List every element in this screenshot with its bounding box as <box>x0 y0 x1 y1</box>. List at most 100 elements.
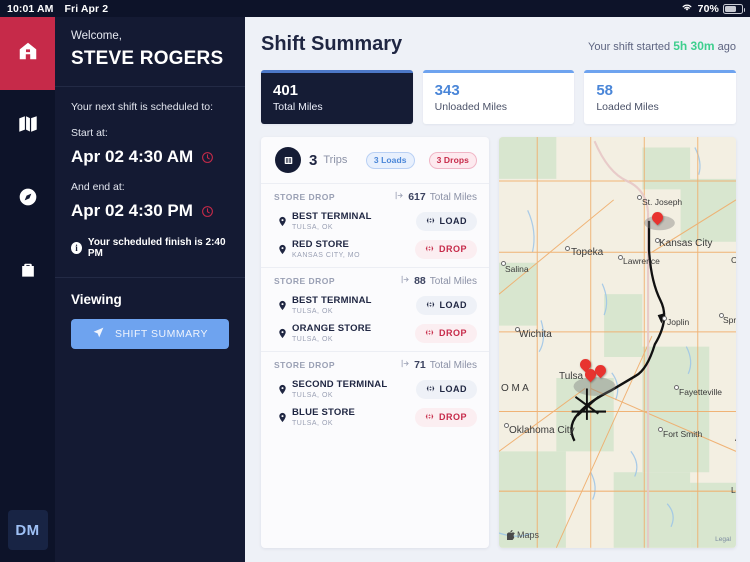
trip-miles-label: Total Miles <box>429 359 477 371</box>
route-distance-icon <box>401 275 410 287</box>
stop-text: BEST TERMINAL TULSA, OK <box>292 211 372 231</box>
apple-logo-icon <box>507 530 515 540</box>
stop-name: ORANGE STORE <box>292 323 372 335</box>
trip-row[interactable]: STORE DROP 71 Total Miles SECOND TERMINA… <box>261 351 489 435</box>
rail-item-map[interactable] <box>0 90 55 163</box>
next-shift-label: Your next shift is scheduled to: <box>71 101 214 113</box>
map-icon <box>17 113 39 140</box>
stop-row[interactable]: RED STORE KANSAS CITY, MO DROP <box>274 239 477 259</box>
stop-action-load[interactable]: LOAD <box>415 211 477 231</box>
map-legal-link[interactable]: Legal <box>715 536 731 543</box>
rail-item-briefcase[interactable] <box>0 236 55 309</box>
stop-text: ORANGE STORE TULSA, OK <box>292 323 371 343</box>
shift-summary-button[interactable]: SHIFT SUMMARY <box>71 319 229 349</box>
load-arrows-icon <box>426 384 435 395</box>
map-canvas <box>499 137 736 548</box>
stat-label: Loaded Miles <box>596 101 659 114</box>
stop-row[interactable]: BEST TERMINAL TULSA, OK LOAD <box>274 211 477 231</box>
page-title: Shift Summary <box>261 33 403 55</box>
stat-card-loaded-miles[interactable]: 58 Loaded Miles <box>584 70 737 125</box>
route-map[interactable]: St. Joseph Kansas City Topeka Lawrence Salin… <box>499 137 736 548</box>
map-city-label: Fort Smith <box>663 429 703 440</box>
stop-row[interactable]: BEST TERMINAL TULSA, OK LOAD <box>274 295 477 315</box>
start-value-row: Apr 02 4:30 AM <box>71 147 229 167</box>
map-city-label: St. Joseph <box>642 197 683 208</box>
end-value-row: Apr 02 4:30 PM <box>71 201 229 221</box>
stop-name: RED STORE <box>292 239 350 251</box>
next-shift-block: Your next shift is scheduled to: Start a… <box>55 87 245 277</box>
avatar[interactable]: DM <box>7 510 48 550</box>
left-panel: Welcome, STEVE ROGERS Your next shift is… <box>55 17 245 562</box>
stop-action-drop[interactable]: DROP <box>414 239 477 259</box>
load-arrows-icon <box>426 216 435 227</box>
stat-value: 343 <box>434 82 460 99</box>
compass-icon <box>18 187 38 212</box>
status-date: Fri Apr 2 <box>64 2 109 15</box>
drop-arrows-icon <box>425 244 434 255</box>
stat-card-unloaded-miles[interactable]: 343 Unloaded Miles <box>422 70 575 125</box>
stop-action-label: LOAD <box>439 216 467 227</box>
map-city-label: O M A <box>501 383 529 395</box>
stat-value: 401 <box>273 82 299 99</box>
main-content: Shift Summary Your shift started 5h 30m … <box>245 17 750 562</box>
load-arrows-icon <box>426 300 435 311</box>
rail-item-compass[interactable] <box>0 163 55 236</box>
location-pin-icon <box>274 412 290 423</box>
stop-text: SECOND TERMINAL TULSA, OK <box>292 379 387 399</box>
end-value: Apr 02 4:30 PM <box>71 201 193 220</box>
end-label: And end at: <box>71 181 125 193</box>
stop-row[interactable]: BLUE STORE TULSA, OK DROP <box>274 407 477 427</box>
trips-word: Trips <box>323 154 348 167</box>
scheduled-finish-text: Your scheduled finish is 2:40 PM <box>87 237 226 259</box>
trip-header: STORE DROP 71 Total Miles <box>274 359 477 371</box>
shift-started-value: 5h 30m <box>673 39 715 53</box>
stat-label: Total Miles <box>273 101 323 114</box>
trip-row[interactable]: STORE DROP 88 Total Miles BEST TERMINAL … <box>261 267 489 351</box>
stop-row[interactable]: SECOND TERMINAL TULSA, OK LOAD <box>274 379 477 399</box>
trip-type: STORE DROP <box>274 276 336 287</box>
start-label: Start at: <box>71 127 108 139</box>
trip-miles-value: 71 <box>414 359 426 372</box>
briefcase-icon <box>18 260 38 285</box>
rail-item-home[interactable] <box>0 17 55 90</box>
trip-miles-label: Total Miles <box>429 275 477 287</box>
apple-maps-label: Maps <box>517 530 540 540</box>
viewing-block: Viewing SHIFT SUMMARY <box>55 278 245 363</box>
info-icon: i <box>71 242 82 254</box>
route-distance-icon <box>395 191 404 203</box>
stop-action-drop[interactable]: DROP <box>414 407 477 427</box>
viewing-label: Viewing <box>71 292 122 307</box>
home-icon <box>17 40 39 67</box>
welcome-label: Welcome, <box>71 30 122 42</box>
shift-started-prefix: Your shift started <box>588 41 674 53</box>
map-city-label: Salina <box>505 264 529 275</box>
trip-miles-value: 88 <box>414 275 426 288</box>
stop-name: BEST TERMINAL <box>292 211 372 223</box>
trip-row[interactable]: STORE DROP 617 Total Miles BEST TERMINAL… <box>261 183 489 267</box>
stop-row[interactable]: ORANGE STORE TULSA, OK DROP <box>274 323 477 343</box>
trip-miles-value: 617 <box>408 191 426 204</box>
shift-started-suffix: ago <box>714 41 736 53</box>
content-row: 3 Trips 3 Loads 3 Drops STORE DROP 617 T… <box>261 137 736 562</box>
loads-badge: 3 Loads <box>365 151 415 169</box>
stop-action-load[interactable]: LOAD <box>415 295 477 315</box>
location-pin-icon <box>274 216 290 227</box>
stop-text: BEST TERMINAL TULSA, OK <box>292 295 372 315</box>
status-bar: 10:01 AM Fri Apr 2 70% <box>0 0 750 17</box>
stop-action-label: DROP <box>438 328 467 339</box>
stop-city: KANSAS CITY, MO <box>292 252 361 260</box>
stat-value: 58 <box>596 82 614 99</box>
map-city-label: Oklahoma City <box>509 425 575 437</box>
stop-action-drop[interactable]: DROP <box>414 323 477 343</box>
user-name: STEVE ROGERS <box>71 48 224 69</box>
stop-text: RED STORE KANSAS CITY, MO <box>292 239 360 259</box>
stop-city: TULSA, OK <box>292 224 334 232</box>
stat-card-total-miles[interactable]: 401 Total Miles <box>261 70 413 125</box>
location-pin-icon <box>274 328 290 339</box>
map-city-label: Fayetteville <box>679 387 722 398</box>
stop-action-load[interactable]: LOAD <box>415 379 477 399</box>
map-city-label: A <box>735 433 736 443</box>
stop-city: TULSA, OK <box>292 392 334 400</box>
clock-icon <box>201 151 214 164</box>
shift-started-text: Your shift started 5h 30m ago <box>588 39 736 53</box>
